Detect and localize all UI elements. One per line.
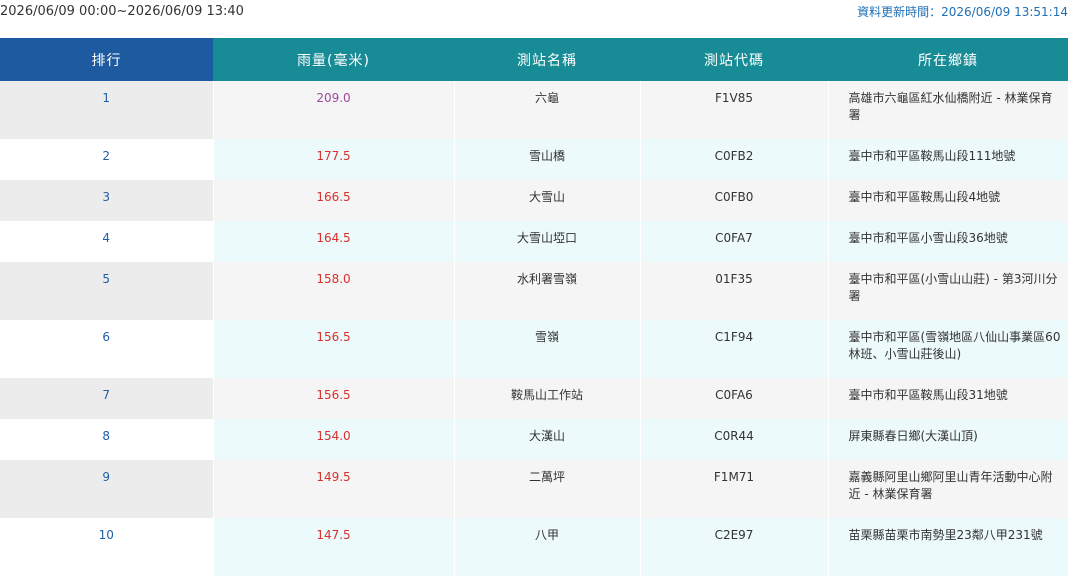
- rank-cell: 6: [0, 320, 214, 378]
- station-code-cell: 01F35: [640, 262, 829, 320]
- station-name-cell[interactable]: 大漢山: [454, 419, 641, 460]
- rank-cell: 9: [0, 460, 214, 518]
- rainfall-ranking-table: 排行 雨量(毫米) 測站名稱 測站代碼 所在鄉鎮 1 209.0 六龜 F1V8…: [0, 38, 1069, 576]
- township-cell: 臺中市和平區鞍馬山段111地號: [828, 139, 1069, 180]
- rainfall-cell: 156.5: [213, 320, 455, 378]
- station-name-cell[interactable]: 大雪山埡口: [454, 221, 641, 262]
- top-bar: 2026/06/09 00:00~2026/06/09 13:40 資料更新時間…: [0, 0, 1074, 38]
- township-cell: 嘉義縣阿里山鄉阿里山青年活動中心附近 - 林業保育署: [828, 460, 1069, 518]
- station-name-cell[interactable]: 鞍馬山工作站: [454, 378, 641, 419]
- station-name-cell[interactable]: 雪山橋: [454, 139, 641, 180]
- column-header-station-name[interactable]: 測站名稱: [454, 38, 640, 81]
- rank-cell: 4: [0, 221, 214, 262]
- rainfall-cell: 164.5: [213, 221, 455, 262]
- table-row[interactable]: 7 156.5 鞍馬山工作站 C0FA6 臺中市和平區鞍馬山段31地號: [0, 378, 1069, 419]
- column-header-township[interactable]: 所在鄉鎮: [828, 38, 1068, 81]
- rank-cell: 1: [0, 81, 214, 139]
- station-name-cell[interactable]: 大雪山: [454, 180, 641, 221]
- station-code-cell: C0FB0: [640, 180, 829, 221]
- township-cell: 屏東縣春日鄉(大漢山頂): [828, 419, 1069, 460]
- station-code-cell: C0FB2: [640, 139, 829, 180]
- station-name-cell[interactable]: 雪嶺: [454, 320, 641, 378]
- rank-cell: 5: [0, 262, 214, 320]
- table-header-row: 排行 雨量(毫米) 測站名稱 測站代碼 所在鄉鎮: [0, 38, 1068, 81]
- table-row[interactable]: 3 166.5 大雪山 C0FB0 臺中市和平區鞍馬山段4地號: [0, 180, 1069, 221]
- rainfall-cell: 158.0: [213, 262, 455, 320]
- township-cell: 臺中市和平區鞍馬山段31地號: [828, 378, 1069, 419]
- rainfall-cell: 209.0: [213, 81, 455, 139]
- column-header-rank[interactable]: 排行: [0, 38, 213, 81]
- station-code-cell: C0R44: [640, 419, 829, 460]
- station-name-cell[interactable]: 水利署雪嶺: [454, 262, 641, 320]
- rank-cell: 7: [0, 378, 214, 419]
- station-name-cell[interactable]: 六龜: [454, 81, 641, 139]
- table-row[interactable]: 4 164.5 大雪山埡口 C0FA7 臺中市和平區小雪山段36地號: [0, 221, 1069, 262]
- township-cell: 臺中市和平區鞍馬山段4地號: [828, 180, 1069, 221]
- column-header-station-code[interactable]: 測站代碼: [640, 38, 828, 81]
- township-cell: 苗栗縣苗栗市南勢里23鄰八甲231號: [828, 518, 1069, 576]
- station-code-cell: C0FA7: [640, 221, 829, 262]
- update-time: 資料更新時間：2026/06/09 13:51:14: [857, 5, 1068, 19]
- station-code-cell: C1F94: [640, 320, 829, 378]
- township-cell: 臺中市和平區(小雪山山莊) - 第3河川分署: [828, 262, 1069, 320]
- township-cell: 臺中市和平區(雪嶺地區八仙山事業區60林班、小雪山莊後山): [828, 320, 1069, 378]
- rank-cell: 8: [0, 419, 214, 460]
- table-row[interactable]: 1 209.0 六龜 F1V85 高雄市六龜區紅水仙橋附近 - 林業保育署: [0, 81, 1069, 139]
- rank-cell: 2: [0, 139, 214, 180]
- township-cell: 高雄市六龜區紅水仙橋附近 - 林業保育署: [828, 81, 1069, 139]
- table-row[interactable]: 8 154.0 大漢山 C0R44 屏東縣春日鄉(大漢山頂): [0, 419, 1069, 460]
- station-name-cell[interactable]: 八甲: [454, 518, 641, 576]
- station-code-cell: C0FA6: [640, 378, 829, 419]
- rainfall-cell: 166.5: [213, 180, 455, 221]
- rank-cell: 10: [0, 518, 214, 576]
- station-code-cell: F1M71: [640, 460, 829, 518]
- rainfall-cell: 156.5: [213, 378, 455, 419]
- rainfall-cell: 149.5: [213, 460, 455, 518]
- table-row[interactable]: 10 147.5 八甲 C2E97 苗栗縣苗栗市南勢里23鄰八甲231號: [0, 518, 1069, 576]
- table-row[interactable]: 6 156.5 雪嶺 C1F94 臺中市和平區(雪嶺地區八仙山事業區60林班、小…: [0, 320, 1069, 378]
- table-row[interactable]: 2 177.5 雪山橋 C0FB2 臺中市和平區鞍馬山段111地號: [0, 139, 1069, 180]
- rainfall-cell: 177.5: [213, 139, 455, 180]
- rank-cell: 3: [0, 180, 214, 221]
- table-row[interactable]: 9 149.5 二萬坪 F1M71 嘉義縣阿里山鄉阿里山青年活動中心附近 - 林…: [0, 460, 1069, 518]
- rainfall-cell: 154.0: [213, 419, 455, 460]
- station-code-cell: C2E97: [640, 518, 829, 576]
- time-range: 2026/06/09 00:00~2026/06/09 13:40: [0, 4, 244, 19]
- table-row[interactable]: 5 158.0 水利署雪嶺 01F35 臺中市和平區(小雪山山莊) - 第3河川…: [0, 262, 1069, 320]
- rainfall-cell: 147.5: [213, 518, 455, 576]
- township-cell: 臺中市和平區小雪山段36地號: [828, 221, 1069, 262]
- station-code-cell: F1V85: [640, 81, 829, 139]
- column-header-rainfall[interactable]: 雨量(毫米): [213, 38, 454, 81]
- station-name-cell[interactable]: 二萬坪: [454, 460, 641, 518]
